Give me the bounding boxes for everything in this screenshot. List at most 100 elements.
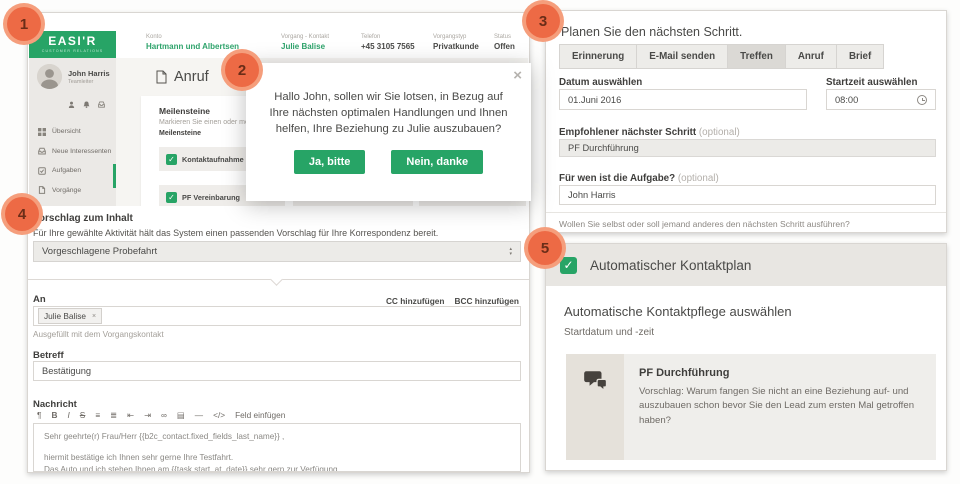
user-name: John Harris bbox=[68, 69, 110, 78]
milestones-heading: Meilensteine bbox=[159, 106, 210, 116]
link-icon[interactable]: ∞ bbox=[161, 410, 167, 420]
avatar[interactable] bbox=[37, 64, 62, 89]
bold-icon[interactable]: B bbox=[51, 410, 57, 420]
panel-divider bbox=[546, 212, 946, 213]
inbox-icon[interactable] bbox=[98, 95, 105, 113]
decline-button[interactable]: Nein, danke bbox=[391, 150, 483, 174]
tab-anruf[interactable]: Anruf bbox=[786, 44, 837, 69]
date-label: Datum auswählen bbox=[559, 77, 642, 88]
next-step-footer: Wollen Sie selbst oder soll jemand ander… bbox=[559, 219, 850, 229]
sidebar-item-aufgaben[interactable]: Aufgaben bbox=[29, 161, 116, 181]
strikethrough-icon[interactable]: S bbox=[80, 410, 86, 420]
code-icon[interactable]: </> bbox=[213, 410, 225, 420]
callout-badge-3: 3 bbox=[522, 0, 564, 42]
document-icon bbox=[38, 181, 46, 199]
clock-icon[interactable] bbox=[917, 95, 927, 105]
time-label: Startzeit auswählen bbox=[826, 77, 917, 88]
contact-plan-header-label: Automatischer Kontaktplan bbox=[590, 258, 751, 273]
tray-icon bbox=[38, 142, 46, 160]
message-body-editor[interactable]: Sehr geehrte(r) Frau/Herr {{b2c_contact.… bbox=[33, 423, 521, 472]
chevron-down-notch bbox=[270, 273, 283, 286]
milestones-label: Meilensteine bbox=[159, 130, 201, 137]
sidebar-item-uebersicht[interactable]: Übersicht bbox=[29, 122, 116, 142]
hr-icon[interactable]: — bbox=[195, 410, 203, 420]
outdent-icon[interactable]: ⇤ bbox=[127, 410, 134, 420]
date-input[interactable]: 01.Juni 2016 bbox=[559, 89, 807, 110]
recipient-field[interactable]: Julie Balise × bbox=[33, 306, 521, 326]
bell-icon[interactable] bbox=[83, 95, 90, 113]
list-ul-icon[interactable]: ≡ bbox=[95, 410, 100, 420]
contact-plan-heading: Automatische Kontaktpflege auswählen bbox=[564, 304, 792, 319]
topbar-field-telefon: Telefon +45 3105 7565 bbox=[361, 34, 415, 51]
page-title: Anruf bbox=[174, 69, 209, 85]
insert-field-button[interactable]: Feld einfügen bbox=[235, 410, 285, 420]
time-input[interactable]: 08:00 bbox=[826, 89, 936, 110]
sidebar-menu: Übersicht Neue Interessenten Aufgaben Vo… bbox=[29, 122, 116, 206]
checkbox-checked-icon[interactable]: ✓ bbox=[166, 154, 177, 165]
to-label: An bbox=[33, 294, 46, 305]
user-profile[interactable]: John Harris Teamleiter bbox=[29, 58, 116, 89]
callout-badge-2: 2 bbox=[221, 49, 263, 91]
topbar-field-konto: Konto Hartmann und Albertsen bbox=[146, 34, 239, 51]
contact-plan-subheading: Startdatum und -zeit bbox=[564, 327, 654, 338]
recommended-step-label: Empfohlener nächster Schritt (optional) bbox=[559, 127, 740, 138]
tab-brief[interactable]: Brief bbox=[837, 44, 884, 69]
indent-icon[interactable]: ⇥ bbox=[144, 410, 151, 420]
subject-field[interactable]: Bestätigung bbox=[33, 361, 521, 381]
sidebar-item-neue-interessenten[interactable]: Neue Interessenten bbox=[29, 142, 116, 162]
next-step-title: Planen Sie den nächsten Schritt. bbox=[561, 25, 742, 39]
select-stepper-icon[interactable]: ▴▾ bbox=[509, 247, 512, 256]
grid-icon bbox=[38, 123, 46, 141]
subject-label: Betreff bbox=[33, 350, 64, 361]
editor-toolbar: ¶ B I S ≡ ≣ ⇤ ⇥ ∞ ▤ — </> Feld einfügen bbox=[37, 410, 285, 420]
call-document-icon bbox=[156, 70, 167, 84]
paragraph-icon[interactable]: ¶ bbox=[37, 410, 41, 420]
list-ol-icon[interactable]: ≣ bbox=[110, 410, 117, 420]
user-role: Teamleiter bbox=[68, 79, 110, 85]
tab-email-senden[interactable]: E-Mail senden bbox=[637, 44, 728, 69]
suggestion-heading: Vorschlag zum Inhalt bbox=[33, 213, 133, 224]
logo-title: EASI'R bbox=[29, 36, 116, 47]
image-icon[interactable]: ▤ bbox=[177, 410, 185, 420]
recipient-tag[interactable]: Julie Balise × bbox=[38, 308, 102, 324]
context-topbar: Konto Hartmann und Albertsen Vorgang - K… bbox=[116, 27, 528, 58]
plan-step-title: PF Durchführung bbox=[639, 367, 921, 379]
topbar-field-vorgang-kontakt: Vorgang - Kontakt Julie Balise bbox=[281, 34, 329, 51]
checkbox-checked-icon[interactable]: ✓ bbox=[166, 192, 177, 203]
assistant-message: Hallo John, sollen wir Sie lotsen, in Be… bbox=[264, 89, 513, 137]
callout-badge-5: 5 bbox=[524, 227, 566, 269]
activity-type-tabs: Erinnerung E-Mail senden Treffen Anruf B… bbox=[559, 44, 884, 69]
contact-plan-header: ✓ Automatischer Kontaktplan bbox=[546, 244, 946, 286]
page-title-row: Anruf bbox=[156, 69, 209, 85]
close-icon[interactable]: × bbox=[513, 67, 522, 84]
italic-icon[interactable]: I bbox=[67, 410, 69, 420]
logo-tagline: CUSTOMER RELATIONS bbox=[29, 49, 116, 53]
tasks-icon bbox=[38, 162, 46, 180]
easir-logo: EASI'R CUSTOMER RELATIONS bbox=[29, 31, 116, 58]
tab-erinnerung[interactable]: Erinnerung bbox=[559, 44, 637, 69]
screenshot-root: EASI'R CUSTOMER RELATIONS Konto Hartmann… bbox=[0, 0, 960, 484]
user-quick-icons bbox=[29, 89, 116, 113]
plan-step-text: Vorschlag: Warum fangen Sie nicht an ein… bbox=[639, 385, 921, 428]
topbar-field-vorgangstyp: Vorgangstyp Privatkunde bbox=[433, 34, 479, 51]
plan-suggestion-content: PF Durchführung Vorschlag: Warum fangen … bbox=[624, 354, 936, 460]
cc-bcc-links: CC hinzufügen BCC hinzufügen bbox=[386, 296, 519, 306]
topbar-field-status: Status Offen bbox=[494, 34, 515, 51]
sidebar-item-vorgaenge[interactable]: Vorgänge bbox=[29, 181, 116, 201]
assignee-input[interactable]: John Harris bbox=[559, 185, 936, 205]
recommended-step-select[interactable]: PF Durchführung bbox=[559, 139, 936, 157]
add-bcc-link[interactable]: BCC hinzufügen bbox=[454, 296, 519, 306]
next-step-panel: Planen Sie den nächsten Schritt. Erinner… bbox=[545, 10, 947, 233]
recipient-hint: Ausgefüllt mit dem Vorgangskontakt bbox=[33, 330, 164, 339]
remove-recipient-icon[interactable]: × bbox=[92, 313, 96, 320]
tab-treffen[interactable]: Treffen bbox=[728, 44, 786, 69]
person-icon[interactable] bbox=[68, 95, 75, 113]
suggestion-select[interactable]: Vorgeschlagene Probefahrt ▴▾ bbox=[33, 241, 521, 262]
plan-suggestion-card[interactable]: PF Durchführung Vorschlag: Warum fangen … bbox=[566, 354, 936, 460]
speech-bubbles-icon bbox=[566, 354, 624, 460]
callout-badge-4: 4 bbox=[1, 193, 43, 235]
accept-button[interactable]: Ja, bitte bbox=[294, 150, 366, 174]
sidebar-item-kontakte[interactable]: Kontakte bbox=[29, 200, 116, 206]
add-cc-link[interactable]: CC hinzufügen bbox=[386, 296, 445, 306]
suggestion-description: Für Ihre gewählte Aktivität hält das Sys… bbox=[33, 228, 438, 238]
